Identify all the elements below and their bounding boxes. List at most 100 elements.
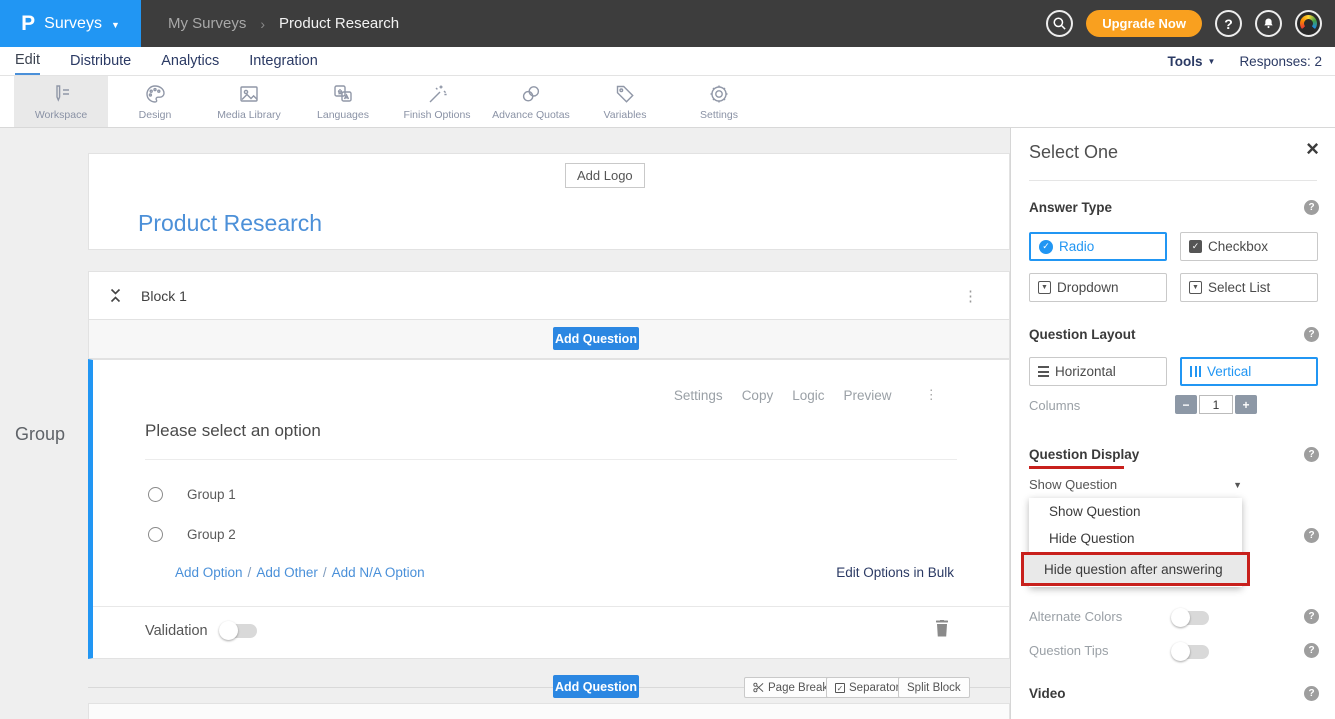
- block-title[interactable]: Block 1: [141, 288, 187, 304]
- select-list-label: Select List: [1208, 280, 1270, 295]
- question-menu-icon[interactable]: ⋮: [925, 387, 940, 403]
- add-other-link[interactable]: Add Other: [256, 565, 318, 580]
- add-question-button-top[interactable]: Add Question: [553, 327, 639, 350]
- toolbar-item-finish-options[interactable]: Finish Options: [390, 76, 484, 127]
- search-button[interactable]: [1046, 10, 1073, 37]
- account-avatar[interactable]: [1295, 10, 1322, 37]
- question-tips-label: Question Tips: [1029, 643, 1109, 658]
- tab-integration[interactable]: Integration: [249, 47, 318, 75]
- edit-toolbar: Workspace Design Media Library Languages…: [0, 76, 1335, 128]
- answer-type-select-list[interactable]: ▼ Select List: [1180, 273, 1318, 302]
- bell-icon: [1261, 16, 1276, 31]
- question-tips-help-icon[interactable]: ?: [1304, 643, 1319, 658]
- help-icon: ?: [1224, 16, 1233, 32]
- toolbar-item-workspace[interactable]: Workspace: [14, 76, 108, 127]
- question-text[interactable]: Please select an option: [145, 421, 321, 441]
- video-help-icon[interactable]: ?: [1304, 686, 1319, 701]
- tab-edit[interactable]: Edit: [15, 47, 40, 75]
- radio-option-2[interactable]: [148, 527, 163, 542]
- question-tips-toggle[interactable]: [1173, 645, 1209, 659]
- toolbar-item-advance-quotas[interactable]: Advance Quotas: [484, 76, 578, 127]
- add-option-link[interactable]: Add Option: [175, 565, 243, 580]
- help-button[interactable]: ?: [1215, 10, 1242, 37]
- block-menu-icon[interactable]: ⋮: [963, 287, 979, 305]
- question-layout-help-icon[interactable]: ?: [1304, 327, 1319, 342]
- option-label-2[interactable]: Group 2: [187, 527, 236, 542]
- add-question-strip: [88, 320, 1010, 359]
- panel-divider: [1029, 180, 1317, 181]
- answer-type-help-icon[interactable]: ?: [1304, 200, 1319, 215]
- toolbar-item-settings[interactable]: Settings: [672, 76, 766, 127]
- question-divider: [145, 459, 957, 460]
- top-bar: P Surveys ▼ My Surveys › Product Researc…: [0, 0, 1335, 47]
- columns-label: Columns: [1029, 398, 1080, 413]
- hidden-row-help-icon[interactable]: ?: [1304, 528, 1319, 543]
- video-heading: Video: [1029, 686, 1066, 701]
- add-question-button-bottom[interactable]: Add Question: [553, 675, 639, 698]
- dropdown-box-icon: ▼: [1038, 281, 1051, 294]
- breadcrumb-current: Product Research: [279, 15, 399, 32]
- tab-distribute[interactable]: Distribute: [70, 47, 131, 75]
- tools-menu[interactable]: Tools ▼: [1168, 54, 1216, 69]
- annotation-red-underline: [1029, 466, 1124, 469]
- menu-item-hide-after-answering[interactable]: Hide question after answering: [1024, 555, 1247, 583]
- question-display-help-icon[interactable]: ?: [1304, 447, 1319, 462]
- question-action-copy[interactable]: Copy: [742, 388, 774, 403]
- answer-type-checkbox[interactable]: ✓ Checkbox: [1180, 232, 1318, 261]
- toolbar-item-languages[interactable]: Languages: [296, 76, 390, 127]
- toolbar-item-variables[interactable]: Variables: [578, 76, 672, 127]
- delete-question-trash-icon[interactable]: [935, 620, 949, 637]
- toolbar-item-media-library[interactable]: Media Library: [202, 76, 296, 127]
- menu-item-show-question[interactable]: Show Question: [1029, 498, 1242, 525]
- menu-item-hide-question[interactable]: Hide Question: [1029, 525, 1242, 552]
- alternate-colors-label: Alternate Colors: [1029, 609, 1122, 624]
- columns-stepper: − +: [1175, 395, 1257, 414]
- radio-option-1[interactable]: [148, 487, 163, 502]
- columns-decrement-button[interactable]: −: [1175, 395, 1197, 414]
- group-side-label: Group: [15, 424, 65, 445]
- tag-icon: [613, 82, 637, 106]
- layout-vertical[interactable]: Vertical: [1180, 357, 1318, 386]
- questionpro-logo-icon: P: [21, 13, 35, 34]
- app-menu-surveys[interactable]: P Surveys ▼: [0, 0, 141, 47]
- close-panel-icon[interactable]: ×: [1306, 138, 1319, 160]
- layout-horizontal[interactable]: Horizontal: [1029, 357, 1167, 386]
- columns-value-input[interactable]: [1199, 395, 1233, 414]
- alternate-colors-toggle[interactable]: [1173, 611, 1209, 625]
- separator-button[interactable]: ✓ Separator: [826, 677, 909, 698]
- answer-type-radio[interactable]: ✓ Radio: [1029, 232, 1167, 261]
- validation-toggle[interactable]: [221, 624, 257, 638]
- answer-type-dropdown[interactable]: ▼ Dropdown: [1029, 273, 1167, 302]
- app-menu-label: Surveys: [44, 15, 102, 33]
- split-block-label: Split Block: [907, 682, 961, 694]
- add-logo-button[interactable]: Add Logo: [565, 163, 645, 188]
- vertical-bars-icon: [1190, 366, 1201, 377]
- columns-increment-button[interactable]: +: [1235, 395, 1257, 414]
- alternate-colors-help-icon[interactable]: ?: [1304, 609, 1319, 624]
- question-action-logic[interactable]: Logic: [792, 388, 824, 403]
- collapse-block-icon[interactable]: [109, 287, 122, 304]
- separator-label: Separator: [849, 682, 900, 694]
- checkbox-icon: ✓: [835, 683, 845, 693]
- question-action-preview[interactable]: Preview: [843, 388, 891, 403]
- breadcrumb: My Surveys › Product Research: [168, 15, 399, 32]
- question-display-select[interactable]: Show Question ▼: [1029, 477, 1242, 492]
- toolbar-item-label: Finish Options: [403, 109, 470, 121]
- tab-analytics[interactable]: Analytics: [161, 47, 219, 75]
- add-na-option-link[interactable]: Add N/A Option: [332, 565, 425, 580]
- upgrade-now-button[interactable]: Upgrade Now: [1086, 10, 1202, 37]
- option-label-1[interactable]: Group 1: [187, 487, 236, 502]
- answer-type-heading: Answer Type: [1029, 200, 1112, 215]
- page-break-button[interactable]: Page Break: [744, 677, 837, 698]
- question-footer-divider: [93, 606, 1009, 607]
- notifications-button[interactable]: [1255, 10, 1282, 37]
- survey-title[interactable]: Product Research: [138, 210, 322, 237]
- edit-options-in-bulk-link[interactable]: Edit Options in Bulk: [836, 565, 954, 580]
- radio-selected-icon: ✓: [1039, 240, 1053, 254]
- question-action-settings[interactable]: Settings: [674, 388, 723, 403]
- breadcrumb-my-surveys[interactable]: My Surveys: [168, 15, 246, 32]
- toolbar-item-design[interactable]: Design: [108, 76, 202, 127]
- responses-count[interactable]: Responses: 2: [1239, 54, 1322, 69]
- split-block-button[interactable]: Split Block: [898, 677, 970, 698]
- palette-icon: [143, 82, 167, 106]
